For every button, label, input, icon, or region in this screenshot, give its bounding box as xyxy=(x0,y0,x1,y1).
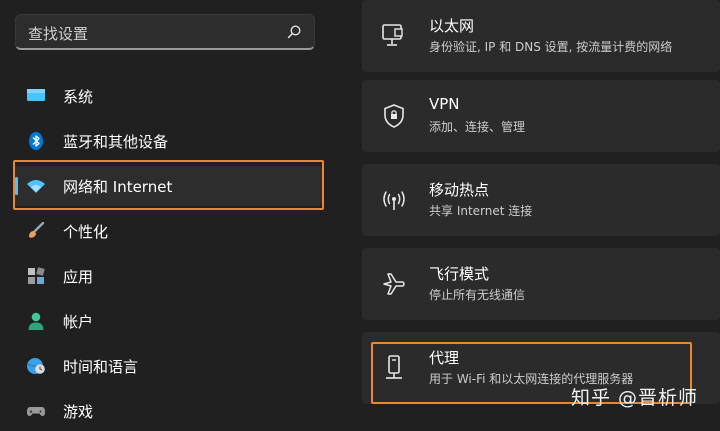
sidebar-item-personalization[interactable]: 个性化 xyxy=(14,211,322,251)
proxy-icon xyxy=(386,355,402,379)
sidebar-item-label: 蓝牙和其他设备 xyxy=(63,133,169,151)
search-icon[interactable] xyxy=(286,24,302,40)
display-icon xyxy=(27,89,45,101)
sidebar-item-gaming[interactable]: 游戏 xyxy=(14,391,322,431)
card-ethernet[interactable]: 以太网 身份验证, IP 和 DNS 设置, 按流量计费的网络 xyxy=(362,0,720,72)
sidebar-item-network[interactable]: 网络和 Internet xyxy=(14,166,322,206)
sidebar-item-label: 游戏 xyxy=(63,403,94,421)
card-title: 代理 xyxy=(429,349,460,367)
card-title: 以太网 xyxy=(429,17,475,35)
shield-icon xyxy=(384,104,404,128)
sidebar-item-label: 个性化 xyxy=(63,223,109,241)
search-input[interactable]: 查找设置 xyxy=(15,14,315,50)
account-icon xyxy=(28,312,44,330)
card-title: VPN xyxy=(429,95,460,113)
sidebar-item-label: 系统 xyxy=(63,88,94,106)
sidebar-item-accounts[interactable]: 帐户 xyxy=(14,301,322,341)
brush-icon xyxy=(29,222,45,238)
selection-indicator xyxy=(15,177,18,195)
sidebar-item-label: 应用 xyxy=(63,268,94,286)
card-subtitle: 共享 Internet 连接 xyxy=(429,204,533,218)
card-subtitle: 添加、连接、管理 xyxy=(429,120,526,134)
apps-icon xyxy=(28,267,45,284)
search-placeholder: 查找设置 xyxy=(28,25,89,43)
card-subtitle: 身份验证, IP 和 DNS 设置, 按流量计费的网络 xyxy=(429,40,673,54)
sidebar-item-label: 帐户 xyxy=(63,313,94,331)
wifi-icon xyxy=(27,180,45,193)
sidebar-item-apps[interactable]: 应用 xyxy=(14,256,322,296)
card-airplane-mode[interactable]: 飞行模式 停止所有无线通信 xyxy=(362,248,720,320)
sidebar-item-bluetooth[interactable]: 蓝牙和其他设备 xyxy=(14,121,322,161)
card-subtitle: 停止所有无线通信 xyxy=(429,288,526,302)
sidebar-item-time-language[interactable]: 时间和语言 xyxy=(14,346,322,386)
ethernet-icon xyxy=(382,24,403,46)
airplane-icon xyxy=(383,273,405,295)
card-mobile-hotspot[interactable]: 移动热点 共享 Internet 连接 xyxy=(362,164,720,236)
card-title: 飞行模式 xyxy=(429,265,490,283)
sidebar-item-label: 网络和 Internet xyxy=(63,178,173,196)
sidebar-item-label: 时间和语言 xyxy=(63,358,139,376)
hotspot-icon xyxy=(383,191,405,210)
gamepad-icon xyxy=(27,407,45,416)
sidebar-item-system[interactable]: 系统 xyxy=(14,76,322,116)
card-title: 移动热点 xyxy=(429,181,490,199)
globe-clock-icon xyxy=(27,358,45,374)
bluetooth-icon xyxy=(29,132,43,150)
card-vpn[interactable]: VPN 添加、连接、管理 xyxy=(362,80,720,152)
watermark: 知乎 @晋析师 xyxy=(570,387,698,409)
